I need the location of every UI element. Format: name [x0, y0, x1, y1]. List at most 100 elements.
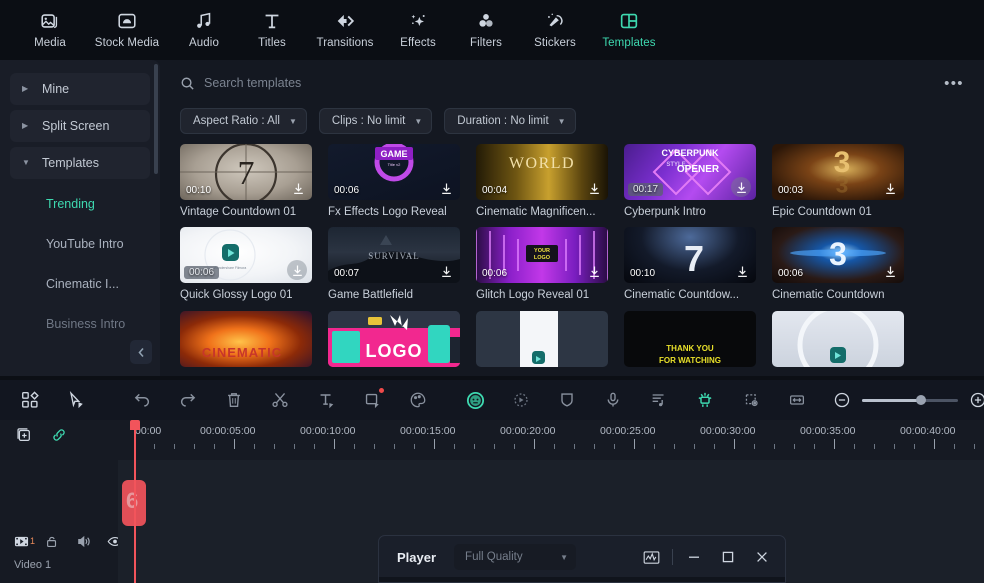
template-card[interactable]: THANK YOU FOR WATCHING — [624, 310, 768, 368]
template-thumbnail[interactable] — [772, 310, 904, 367]
select-tool[interactable] — [66, 390, 86, 410]
player-scope-button[interactable] — [634, 542, 668, 572]
download-icon[interactable] — [439, 181, 454, 196]
ruler-tick — [314, 444, 315, 449]
tab-transitions[interactable]: Transitions — [306, 0, 384, 58]
filter-clips[interactable]: Clips : No limit ▼ — [318, 108, 433, 134]
audio-detach-tool[interactable] — [649, 390, 669, 410]
sidebar-collapse-button[interactable] — [130, 340, 152, 364]
template-thumbnail[interactable]: GAME Title v2 00:06 — [328, 144, 460, 200]
template-card[interactable]: 3 00:06 Cinematic Countdown — [772, 227, 916, 302]
tab-titles[interactable]: Titles — [238, 0, 306, 58]
player-quality-select[interactable]: Full Quality ▼ — [454, 544, 577, 570]
template-card[interactable]: GAME Title v2 00:06 Fx Effects Logo Revea… — [328, 144, 472, 219]
template-thumbnail[interactable]: 33 00:03 — [772, 144, 904, 200]
download-icon[interactable] — [587, 181, 602, 196]
download-icon[interactable] — [731, 177, 751, 197]
template-card[interactable]: CYBERPUNK STYLE OPENER 00:17 Cyberpunk Int… — [624, 144, 768, 219]
template-thumbnail[interactable]: LOGO — [328, 310, 460, 367]
tab-stickers[interactable]: Stickers — [520, 0, 590, 58]
redo-tool[interactable] — [178, 390, 198, 410]
template-card[interactable]: YOUR LOGO 00:06 Glitch Logo Reveal 01 — [476, 227, 620, 302]
zoom-slider[interactable] — [862, 395, 958, 405]
tab-audio[interactable]: Audio — [170, 0, 238, 58]
templates-grid-tool[interactable] — [20, 390, 40, 410]
template-card[interactable]: 33 00:03 Epic Countdown 01 — [772, 144, 916, 219]
download-icon[interactable] — [287, 260, 307, 281]
player-minimize-button[interactable] — [677, 542, 711, 572]
download-icon[interactable] — [439, 264, 454, 279]
player-maximize-button[interactable] — [711, 542, 745, 572]
sidebar-item-youtube-intro[interactable]: YouTube Intro — [0, 224, 160, 264]
sidebar-group-mine[interactable]: ▶ Mine — [10, 73, 150, 105]
playhead-handle[interactable] — [130, 420, 140, 430]
voiceover-tool[interactable] — [603, 390, 623, 410]
mask-tool[interactable] — [557, 390, 577, 410]
sidebar-group-templates[interactable]: ▼ Templates — [10, 147, 150, 179]
template-card[interactable]: LOGO — [328, 310, 472, 368]
fit-timeline-tool[interactable] — [787, 390, 807, 410]
template-thumbnail[interactable]: CYBERPUNK STYLE OPENER 00:17 — [624, 144, 756, 200]
template-thumbnail[interactable]: SURVIVAL 00:07 — [328, 227, 460, 284]
mute-track-button[interactable] — [76, 534, 91, 549]
sidebar-scrollbar[interactable] — [154, 64, 158, 174]
download-icon[interactable] — [587, 264, 602, 279]
text-tool[interactable] — [316, 390, 336, 410]
zoom-in-button[interactable] — [968, 390, 984, 410]
sidebar-item-cinematic-intro[interactable]: Cinematic I... — [0, 264, 160, 304]
template-thumbnail[interactable]: THANK YOU FOR WATCHING — [624, 310, 756, 367]
template-thumbnail[interactable]: YOUR LOGO 00:06 — [476, 227, 608, 284]
zoom-out-button[interactable] — [832, 390, 852, 410]
speed-ramp-tool[interactable] — [741, 390, 761, 410]
more-options-button[interactable]: ••• — [942, 71, 966, 95]
delete-tool[interactable] — [224, 390, 244, 410]
timeline-ruler[interactable]: 00:00 00:00:05:00 00:00:10:00 00:00:15:00 00… — [118, 420, 984, 460]
template-card[interactable]: 7 00:10 Cinematic Countdow... — [624, 227, 768, 302]
download-icon[interactable] — [735, 264, 750, 279]
add-track-button[interactable] — [14, 426, 32, 444]
tab-templates[interactable]: Templates — [590, 0, 668, 58]
template-card[interactable]: SURVIVAL 00:07 Game Battlefield — [328, 227, 472, 302]
filter-duration[interactable]: Duration : No limit ▼ — [444, 108, 576, 134]
tab-label: Transitions — [316, 36, 374, 49]
template-card[interactable]: CINEMATIC — [180, 310, 324, 368]
playhead[interactable] — [130, 420, 140, 583]
template-thumbnail[interactable]: WORLD 00:04 — [476, 144, 608, 200]
color-tool[interactable] — [408, 390, 428, 410]
template-thumbnail[interactable]: 3 00:06 — [772, 227, 904, 284]
tab-filters[interactable]: Filters — [452, 0, 520, 58]
lock-track-button[interactable] — [45, 534, 60, 549]
template-card[interactable]: 7 00:10 Vintage Countdown 01 — [180, 144, 324, 219]
player-close-button[interactable] — [745, 542, 779, 572]
download-icon[interactable] — [883, 181, 898, 196]
template-card[interactable]: Wondershare Filmora 00:06 Quick Glossy L… — [180, 227, 324, 302]
template-thumbnail[interactable]: 7 00:10 — [624, 227, 756, 284]
tab-stock-media[interactable]: Stock Media — [84, 0, 170, 58]
zoom-slider-handle[interactable] — [916, 395, 926, 405]
undo-tool[interactable] — [132, 390, 152, 410]
filter-aspect-ratio[interactable]: Aspect Ratio : All ▼ — [180, 108, 307, 134]
link-clips-button[interactable] — [50, 426, 68, 444]
green-screen-tool[interactable] — [695, 390, 715, 410]
motion-tracking-tool[interactable] — [511, 390, 531, 410]
split-tool[interactable] — [270, 390, 290, 410]
template-card[interactable] — [476, 310, 620, 368]
template-card[interactable] — [772, 310, 916, 368]
template-thumbnail[interactable]: Wondershare Filmora 00:06 — [180, 227, 312, 284]
download-icon[interactable] — [291, 181, 306, 196]
tab-effects[interactable]: Effects — [384, 0, 452, 58]
cursor-arrow-icon — [69, 390, 83, 409]
template-thumbnail[interactable]: 7 00:10 — [180, 144, 312, 200]
sidebar-group-label: Split Screen — [42, 119, 110, 133]
sidebar-item-trending[interactable]: Trending — [0, 184, 160, 224]
ai-portrait-tool[interactable] — [465, 390, 485, 410]
download-icon[interactable] — [883, 264, 898, 279]
crop-tool[interactable] — [362, 388, 384, 410]
template-thumbnail[interactable] — [476, 310, 608, 367]
tab-media[interactable]: Media — [16, 0, 84, 58]
template-card[interactable]: WORLD 00:04 Cinematic Magnificen... — [476, 144, 620, 219]
sidebar-group-split-screen[interactable]: ▶ Split Screen — [10, 110, 150, 142]
search-input[interactable] — [204, 76, 934, 90]
sidebar-item-business-intro[interactable]: Business Intro — [0, 304, 160, 344]
template-thumbnail[interactable]: CINEMATIC — [180, 310, 312, 367]
